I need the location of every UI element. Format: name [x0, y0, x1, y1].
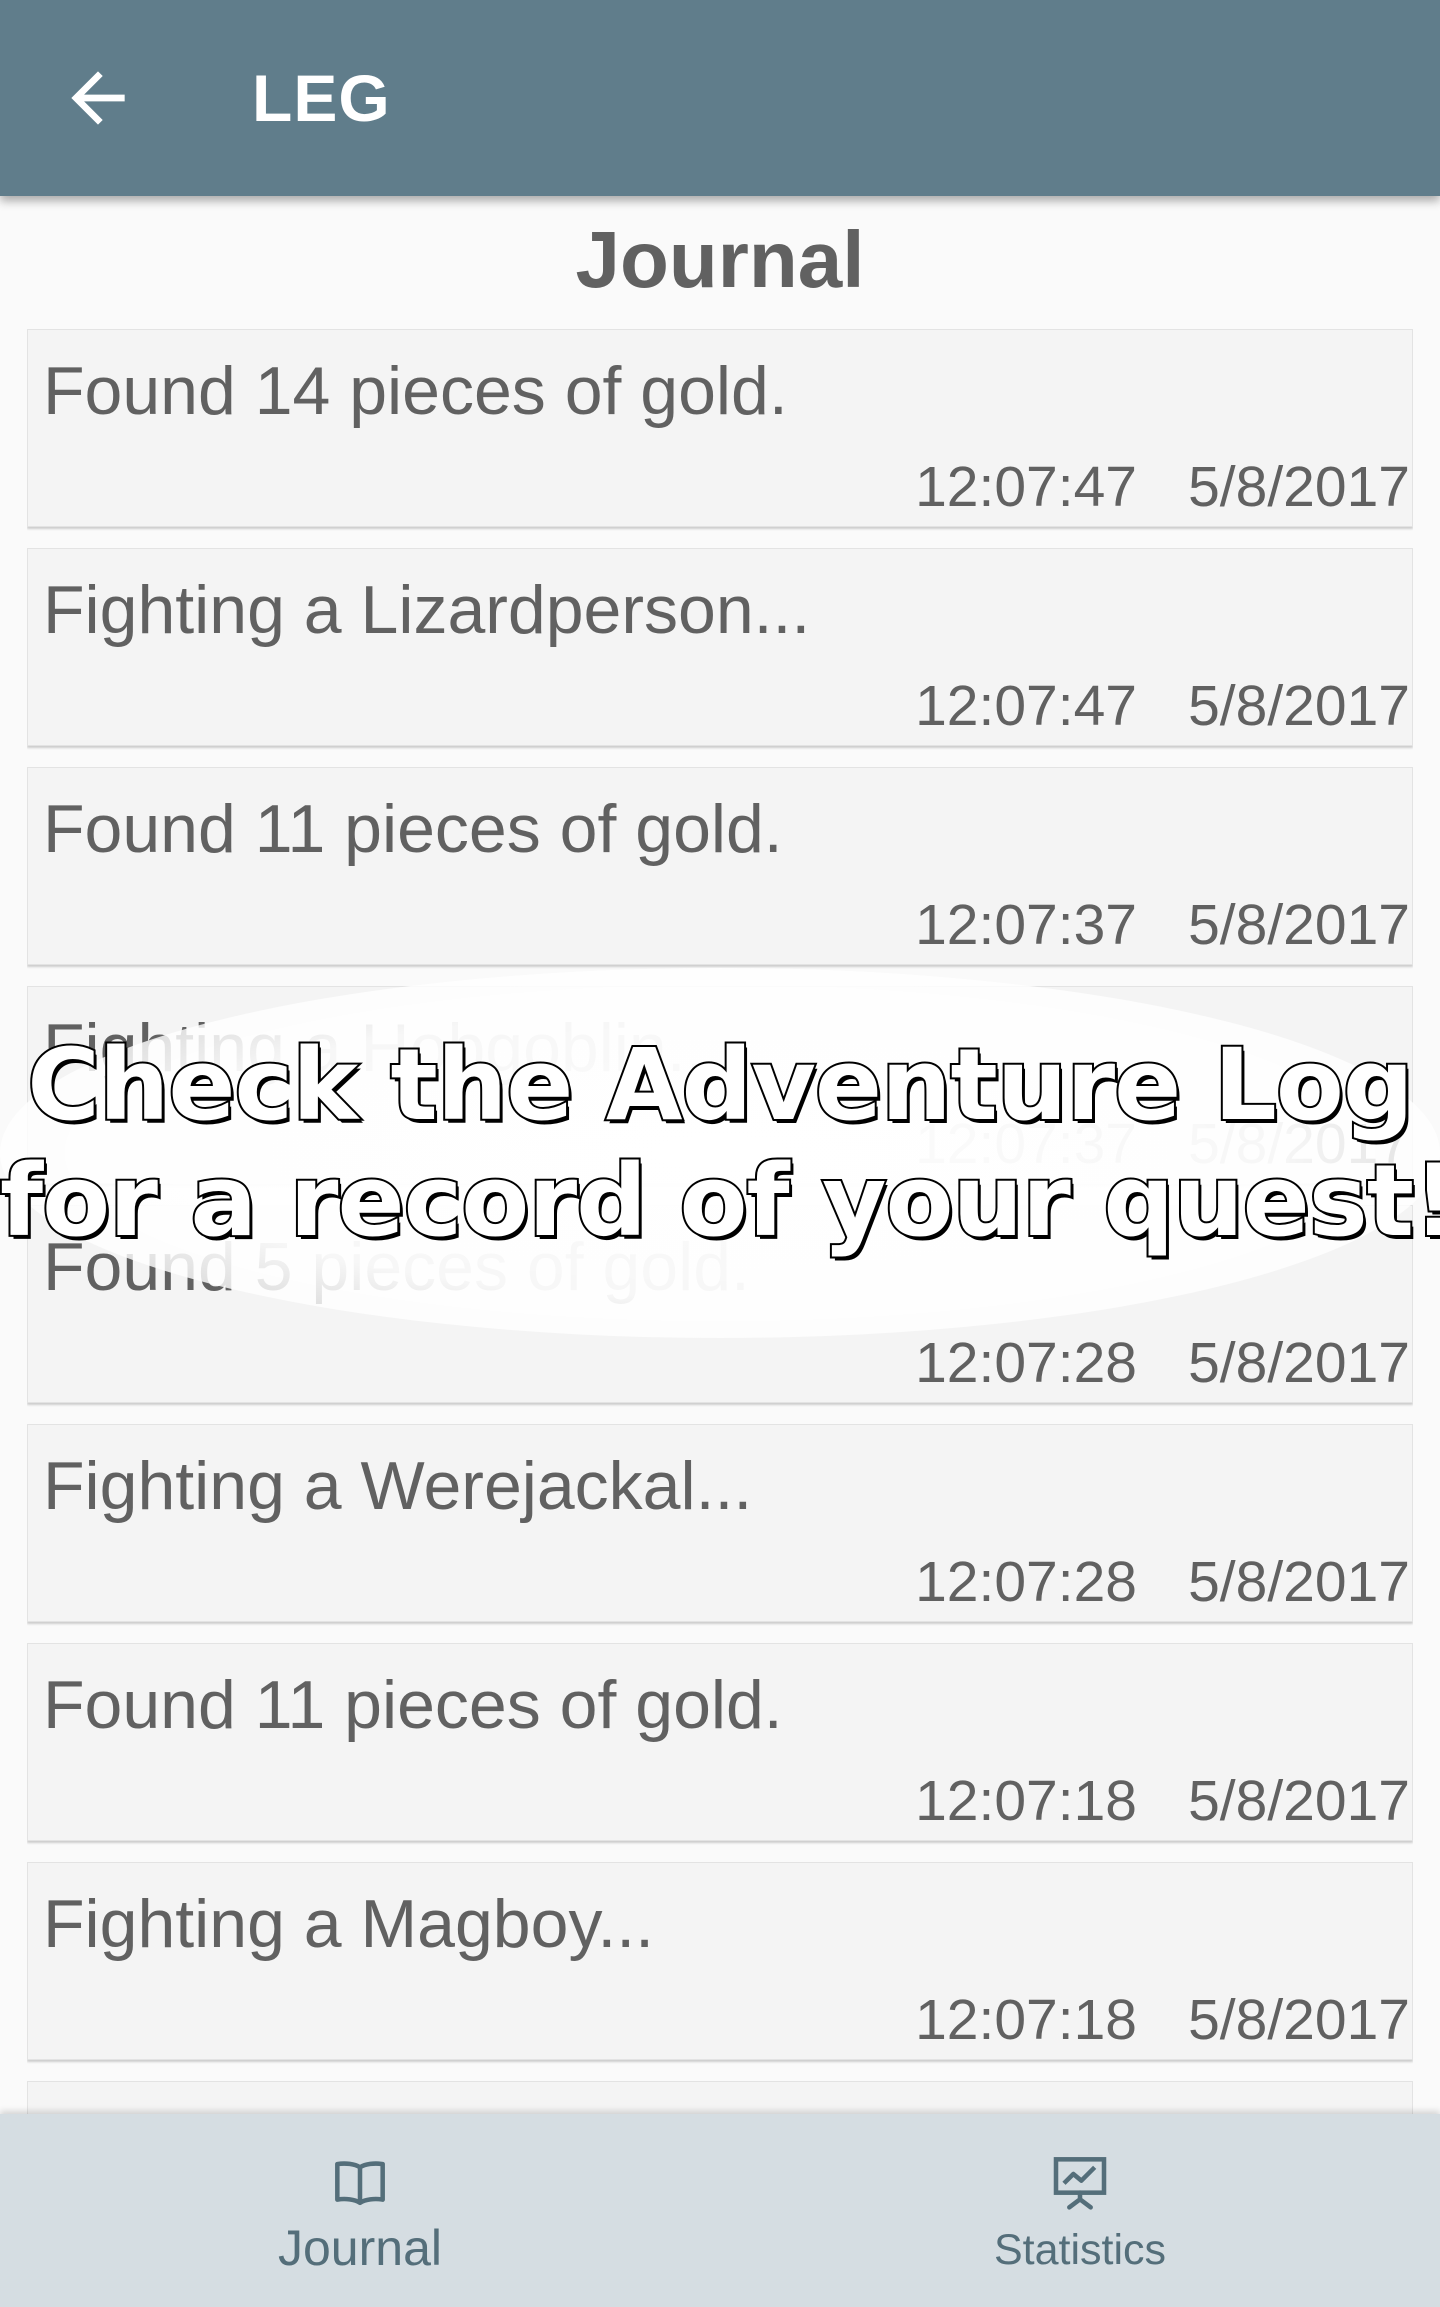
journal-entry[interactable]: Fighting a Werejackal... 12:07:28 5/8/20…	[27, 1424, 1413, 1622]
entry-date: 5/8/2017	[1188, 1988, 1410, 2052]
journal-entry[interactable]: Fighting a Magboy... 12:07:18 5/8/2017	[27, 1862, 1413, 2060]
entry-date: 5/8/2017	[1188, 893, 1410, 957]
journal-entry[interactable]: Found 11 pieces of gold. 12:07:18 5/8/20…	[27, 1643, 1413, 1841]
entry-time: 12:07:28	[915, 1331, 1137, 1395]
back-button[interactable]	[58, 58, 138, 138]
entry-time: 12:07:47	[915, 674, 1137, 738]
entry-date: 5/8/2017	[1188, 1331, 1410, 1395]
entry-text: Found 11 pieces of gold.	[43, 1667, 783, 1743]
entry-date: 5/8/2017	[1188, 674, 1410, 738]
journal-entry[interactable]: Found 5 pieces of gold. 12:07:28 5/8/201…	[27, 1205, 1413, 1403]
entry-time: 12:07:18	[915, 1988, 1137, 2052]
entry-time: 12:07:37	[915, 893, 1137, 957]
entry-text: Fighting a Magboy...	[43, 1886, 655, 1962]
presentation-chart-icon	[1053, 2157, 1107, 2210]
journal-entry[interactable]: Fighting a Hobgoblin... 12:07:37 5/8/201…	[27, 986, 1413, 1184]
entry-time: 12:07:37	[915, 1112, 1137, 1176]
entry-time: 12:07:47	[915, 455, 1137, 519]
entry-text: Fighting a Hobgoblin...	[43, 1010, 724, 1086]
page-title: Journal	[575, 215, 865, 304]
arrow-back-icon	[71, 71, 125, 125]
entry-date: 5/8/2017	[1188, 1769, 1410, 1833]
journal-list[interactable]: Found 14 pieces of gold. 12:07:47 5/8/20…	[27, 329, 1413, 2114]
nav-item-statistics[interactable]: Statistics	[720, 2114, 1440, 2307]
nav-label-statistics: Statistics	[993, 2226, 1167, 2274]
nav-item-journal[interactable]: Journal	[0, 2114, 720, 2307]
entry-text: Fighting a Werejackal...	[43, 1448, 753, 1524]
app-bar: LEG	[0, 0, 1440, 196]
entry-date: 5/8/2017	[1188, 1112, 1410, 1176]
entry-text: Found 5 pieces of gold.	[43, 1229, 750, 1305]
journal-entry[interactable]: Found 11 pieces of gold. 12:07:37 5/8/20…	[27, 767, 1413, 965]
entry-time: 12:07:28	[915, 1550, 1137, 1614]
entry-text: Found 11 pieces of gold.	[43, 791, 783, 867]
entry-date: 5/8/2017	[1188, 455, 1410, 519]
bottom-navigation: Journal Statistics	[0, 2114, 1440, 2307]
entry-text: Found 14 pieces of gold.	[43, 353, 788, 429]
journal-entry[interactable]: Found 15 pieces of gold.	[27, 2081, 1413, 2114]
app-title: LEG	[252, 61, 391, 135]
journal-entry[interactable]: Found 14 pieces of gold. 12:07:47 5/8/20…	[27, 329, 1413, 527]
entry-date: 5/8/2017	[1188, 1550, 1410, 1614]
journal-entry[interactable]: Fighting a Lizardperson... 12:07:47 5/8/…	[27, 548, 1413, 746]
nav-label-journal: Journal	[278, 2220, 442, 2276]
entry-text: Fighting a Lizardperson...	[43, 572, 811, 648]
entry-time: 12:07:18	[915, 1769, 1137, 1833]
entry-text: Found 15 pieces of gold.	[43, 2104, 788, 2114]
open-book-icon	[335, 2161, 385, 2206]
